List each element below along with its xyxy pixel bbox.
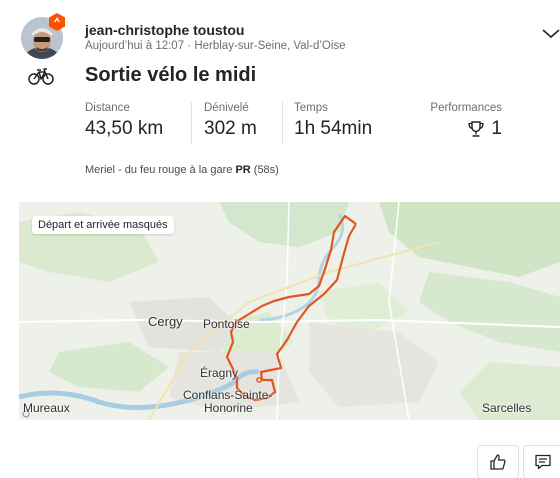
kudos-button[interactable] xyxy=(477,445,519,478)
segment-achievement[interactable]: Meriel - du feu rouge à la gare PR (58s) xyxy=(85,164,279,176)
segment-name: Meriel - du feu rouge à la gare xyxy=(85,164,233,176)
stat-value: 43,50 km xyxy=(85,118,164,139)
comment-button[interactable] xyxy=(523,445,560,478)
map-background xyxy=(19,202,560,420)
athlete-name[interactable]: jean-christophe toustou xyxy=(85,22,244,38)
stat-label: Performances xyxy=(430,102,502,114)
performances-count: 1 xyxy=(491,118,502,139)
segment-time: (58s) xyxy=(253,164,279,176)
map-label-conflans: Conflans-Sainte- xyxy=(183,388,273,402)
map-label-sarcelles: Sarcelles xyxy=(482,401,532,415)
stat-time: Temps 1h 54min xyxy=(294,102,372,140)
stat-divider xyxy=(282,102,283,144)
map-label-cergy: Cergy xyxy=(148,314,183,329)
stat-label: Dénivelé xyxy=(204,102,249,114)
map-label-eragny: Éragny xyxy=(200,366,239,380)
brand-badge-icon xyxy=(49,13,65,31)
stat-divider xyxy=(191,102,192,144)
stat-performances[interactable]: Performances 1 xyxy=(420,102,502,140)
activity-card: jean-christophe toustou Aujourd’hui à 12… xyxy=(0,0,560,478)
stat-label: Distance xyxy=(85,102,130,114)
stat-value: 302 m xyxy=(204,118,257,139)
map-label-mureaux: Mureaux xyxy=(23,401,70,415)
map-privacy-note: Départ et arrivée masqués xyxy=(32,216,174,234)
thumbs-up-icon xyxy=(490,454,506,470)
map-label-honorine: Honorine xyxy=(204,401,253,415)
stat-value: 1h 54min xyxy=(294,118,373,139)
activity-title[interactable]: Sortie vélo le midi xyxy=(85,64,256,87)
comment-icon xyxy=(535,454,551,470)
map-label-pontoise: Pontoise xyxy=(203,317,250,331)
bike-icon xyxy=(28,68,54,85)
stat-label: Temps xyxy=(294,102,328,114)
trophy-icon xyxy=(468,121,485,137)
route-map[interactable] xyxy=(19,202,560,420)
activity-date-location: Aujourd’hui à 12:07 · Herblay-sur-Seine,… xyxy=(85,40,346,52)
pr-badge: PR xyxy=(235,164,251,176)
stat-distance: Distance 43,50 km xyxy=(85,102,163,140)
stat-elevation: Dénivelé 302 m xyxy=(204,102,257,140)
chevron-down-icon[interactable] xyxy=(541,27,560,41)
